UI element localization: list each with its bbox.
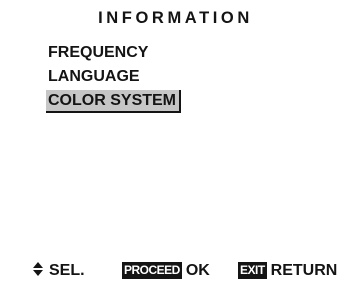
menu-item-label: COLOR SYSTEM: [46, 90, 182, 113]
proceed-key-badge: PROCEED: [122, 262, 182, 279]
exit-hint: EXIT RETURN: [238, 260, 337, 282]
select-hint: SEL.: [33, 260, 85, 282]
menu-item-color-system[interactable]: COLOR SYSTEM: [46, 89, 182, 113]
exit-key-badge: EXIT: [238, 262, 267, 279]
menu-item-frequency[interactable]: FREQUENCY: [48, 41, 181, 65]
menu-title: INFORMATION: [98, 9, 253, 27]
button-guide: SEL. PROCEED OK EXIT RETURN: [0, 260, 351, 282]
menu-item-label: LANGUAGE: [48, 68, 140, 85]
osd-screen: INFORMATION FREQUENCY LANGUAGE COLOR SYS…: [0, 0, 351, 286]
menu-item-language[interactable]: LANGUAGE: [48, 65, 181, 89]
information-menu: FREQUENCY LANGUAGE COLOR SYSTEM: [46, 41, 182, 113]
select-hint-label: SEL.: [49, 262, 85, 279]
menu-item-label: FREQUENCY: [48, 44, 149, 61]
proceed-hint: PROCEED OK: [122, 260, 210, 282]
exit-hint-label: RETURN: [270, 262, 338, 279]
up-down-arrows-icon: [33, 262, 43, 276]
proceed-hint-label: OK: [185, 262, 210, 279]
